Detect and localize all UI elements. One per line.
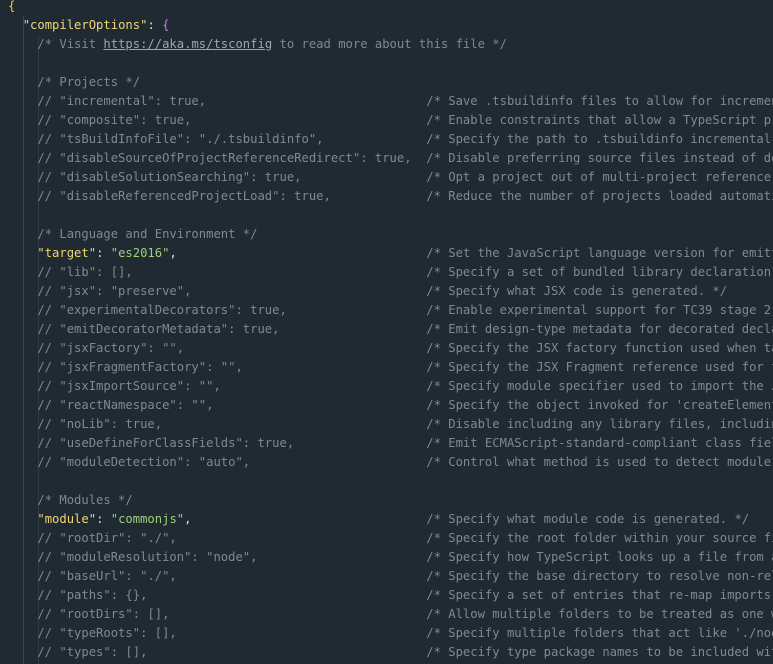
code-token: // "lib": [], /* Specify a set of bundle… [8, 265, 773, 279]
code-token: // "rootDir": "./", /* Specify the root … [8, 531, 773, 545]
code-token: /* Specify what module code is generated… [426, 512, 750, 526]
code-token: : [96, 246, 111, 260]
code-token: // "disableSolutionSearching": true, /* … [8, 170, 773, 184]
code-line[interactable]: // "paths": {}, /* Specify a set of entr… [8, 586, 773, 605]
code-line[interactable]: // "lib": [], /* Specify a set of bundle… [8, 263, 773, 282]
code-token: { [162, 18, 170, 32]
code-token: // "incremental": true, /* Save .tsbuild… [8, 94, 773, 108]
code-token: // "emitDecoratorMetadata": true, /* Emi… [8, 322, 773, 336]
code-token: // "baseUrl": "./", /* Specify the base … [8, 569, 773, 583]
code-line[interactable]: // "disableSourceOfProjectReferenceRedir… [8, 149, 773, 168]
code-token: to read more about this file */ [272, 37, 507, 51]
code-line[interactable]: "module": "commonjs", /* Specify what mo… [8, 510, 749, 529]
code-line[interactable]: // "jsx": "preserve", /* Specify what JS… [8, 282, 727, 301]
code-token: // "moduleResolution": "node", /* Specif… [8, 550, 773, 564]
code-line[interactable]: // "composite": true, /* Enable constrai… [8, 111, 773, 130]
code-line[interactable]: /* Language and Environment */ [8, 225, 257, 244]
code-token: // "typeRoots": [], /* Specify multiple … [8, 626, 773, 640]
code-token: /* Projects */ [8, 75, 141, 89]
code-token: // "jsxImportSource": "", /* Specify mod… [8, 379, 773, 393]
code-token: // "moduleDetection": "auto", /* Control… [8, 455, 773, 469]
code-token: /* Modules */ [8, 493, 133, 507]
code-line[interactable]: // "rootDirs": [], /* Allow multiple fol… [8, 605, 773, 624]
code-token: // "jsx": "preserve", /* Specify what JS… [8, 284, 728, 298]
code-line[interactable]: // "disableSolutionSearching": true, /* … [8, 168, 773, 187]
code-line[interactable]: // "moduleResolution": "node", /* Specif… [8, 548, 773, 567]
code-line[interactable]: // "jsxFragmentFactory": "", /* Specify … [8, 358, 773, 377]
code-token: : [147, 18, 163, 32]
code-line[interactable]: /* Projects */ [8, 73, 140, 92]
code-token: /* Set the JavaScript language version f… [426, 246, 773, 260]
code-line[interactable]: // "baseUrl": "./", /* Specify the base … [8, 567, 773, 586]
code-editor[interactable]: { "compilerOptions": { /* Visit https://… [0, 0, 773, 664]
code-line[interactable]: "target": "es2016", /* Set the JavaScrip… [8, 244, 773, 263]
code-token: // "jsxFragmentFactory": "", /* Specify … [8, 360, 773, 374]
tsconfig-link[interactable]: https://aka.ms/tsconfig [103, 37, 272, 51]
code-token: /* Language and Environment */ [8, 227, 258, 241]
code-line[interactable]: // "experimentalDecorators": true, /* En… [8, 301, 773, 320]
code-token: // "disableReferencedProjectLoad": true,… [8, 189, 773, 203]
code-token: // "useDefineForClassFields": true, /* E… [8, 436, 773, 450]
code-token: /* Visit [8, 37, 104, 51]
code-line[interactable]: // "emitDecoratorMetadata": true, /* Emi… [8, 320, 773, 339]
code-token: // "paths": {}, /* Specify a set of entr… [8, 588, 773, 602]
code-token: // "reactNamespace": "", /* Specify the … [8, 398, 773, 412]
code-token: "es2016" [110, 246, 170, 260]
code-token: // "rootDirs": [], /* Allow multiple fol… [8, 607, 773, 621]
code-line[interactable]: // "typeRoots": [], /* Specify multiple … [8, 624, 773, 643]
code-token: // "disableSourceOfProjectReferenceRedir… [8, 151, 773, 165]
code-token: // "composite": true, /* Enable constrai… [8, 113, 773, 127]
code-line[interactable]: /* Visit https://aka.ms/tsconfig to read… [8, 35, 507, 54]
code-line[interactable]: // "useDefineForClassFields": true, /* E… [8, 434, 773, 453]
code-line[interactable]: // "incremental": true, /* Save .tsbuild… [8, 92, 773, 111]
code-token: "module" [37, 512, 97, 526]
code-token: , [169, 246, 427, 260]
code-token: : [96, 512, 111, 526]
code-token: "compilerOptions" [22, 18, 148, 32]
code-token: "commonjs" [110, 512, 185, 526]
code-line[interactable]: // "moduleDetection": "auto", /* Control… [8, 453, 773, 472]
code-line[interactable]: "compilerOptions": { [8, 16, 170, 35]
code-line[interactable]: // "reactNamespace": "", /* Specify the … [8, 396, 773, 415]
code-line[interactable]: /* Modules */ [8, 491, 133, 510]
code-line[interactable]: { [8, 0, 15, 16]
code-line[interactable]: // "jsxFactory": "", /* Specify the JSX … [8, 339, 773, 358]
code-token: // "jsxFactory": "", /* Specify the JSX … [8, 341, 773, 355]
code-token: { [8, 0, 16, 13]
code-line[interactable]: // "noLib": true, /* Disable including a… [8, 415, 773, 434]
code-token: // "experimentalDecorators": true, /* En… [8, 303, 773, 317]
code-token: // "types": [], /* Specify type package … [8, 645, 773, 659]
code-token: , [184, 512, 427, 526]
code-line[interactable]: // "tsBuildInfoFile": "./.tsbuildinfo", … [8, 130, 773, 149]
code-token: // "tsBuildInfoFile": "./.tsbuildinfo", … [8, 132, 773, 146]
code-line[interactable]: // "types": [], /* Specify type package … [8, 643, 773, 662]
code-line[interactable]: // "rootDir": "./", /* Specify the root … [8, 529, 773, 548]
code-token: // "noLib": true, /* Disable including a… [8, 417, 773, 431]
code-line[interactable]: // "jsxImportSource": "", /* Specify mod… [8, 377, 773, 396]
code-line[interactable]: // "disableReferencedProjectLoad": true,… [8, 187, 773, 206]
code-token: "target" [37, 246, 97, 260]
